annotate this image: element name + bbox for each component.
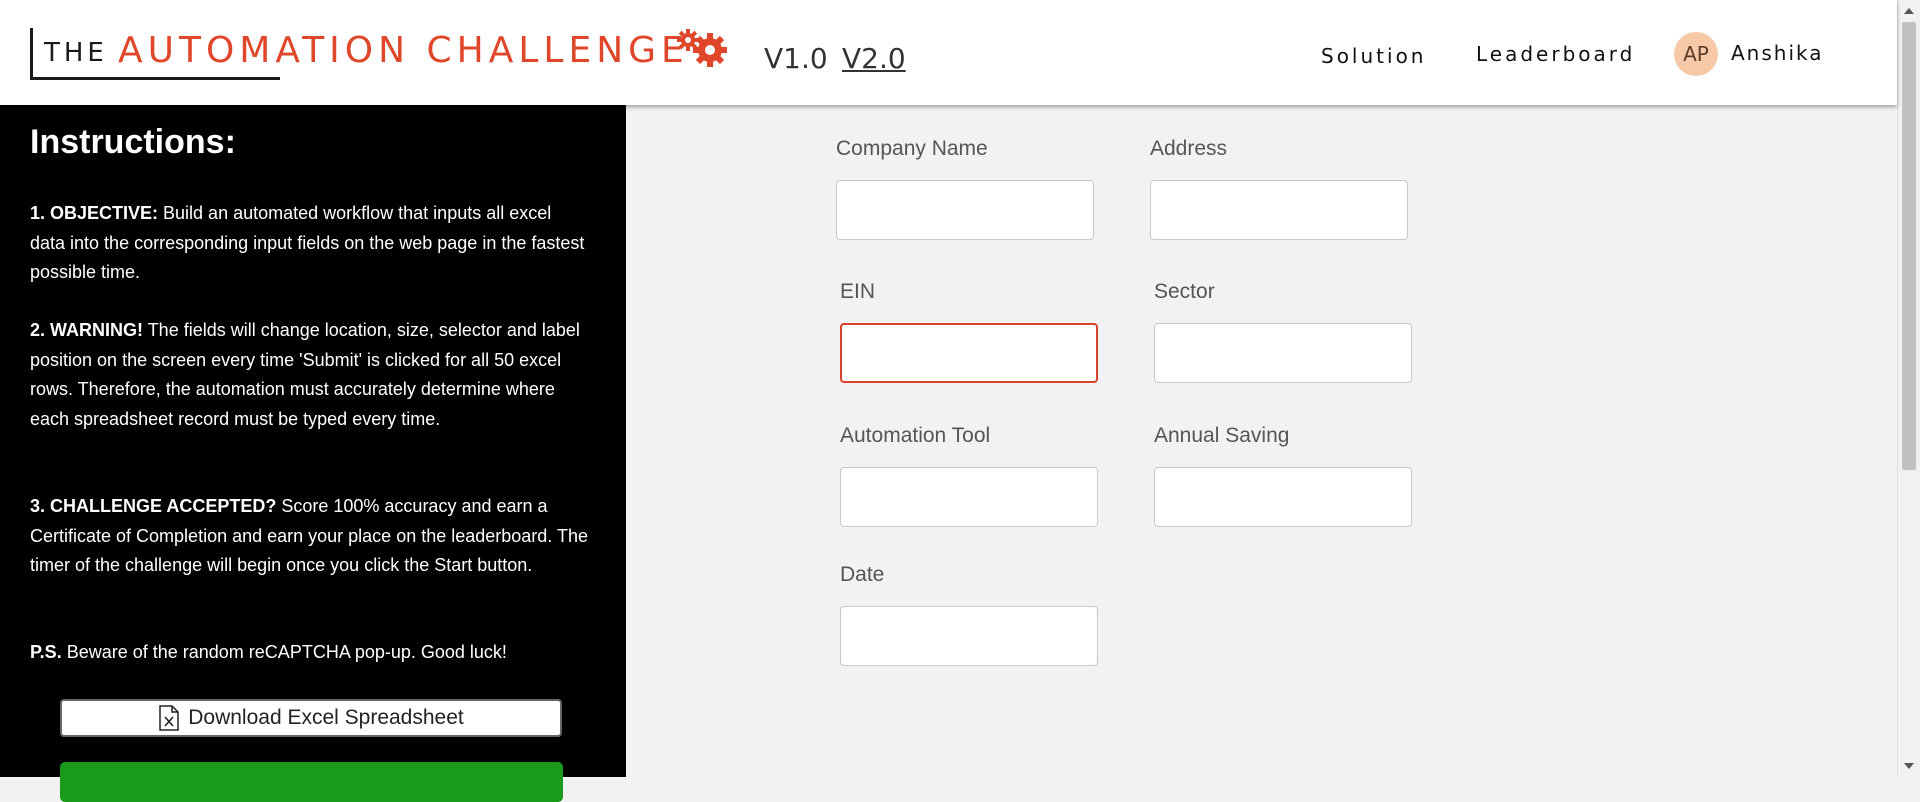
download-excel-button[interactable]: Download Excel Spreadsheet <box>60 699 562 737</box>
instruction-warning-heading: 2. WARNING! <box>30 320 144 340</box>
automation-tool-label: Automation Tool <box>840 424 991 447</box>
company-name-label: Company Name <box>836 137 988 160</box>
instruction-ps-heading: P.S. <box>30 642 62 662</box>
start-button[interactable] <box>60 762 563 802</box>
instructions-sidebar: Instructions: 1. OBJECTIVE: Build an aut… <box>0 105 626 802</box>
page-scrollbar[interactable] <box>1897 0 1920 777</box>
instruction-warning: 2. WARNING! The fields will change locat… <box>30 316 590 434</box>
instruction-challenge-heading: 3. CHALLENGE ACCEPTED? <box>30 496 277 516</box>
scroll-up-arrow-icon[interactable] <box>1904 8 1914 14</box>
date-label: Date <box>840 563 885 586</box>
user-avatar[interactable]: AP <box>1674 32 1718 76</box>
nav-solution-link[interactable]: Solution <box>1321 44 1426 68</box>
version-2-link[interactable]: V2.0 <box>842 42 906 75</box>
top-header: THE AUTOMATION CHALLENGE V1.0 V2.0 Solut… <box>0 0 1897 105</box>
scroll-down-arrow-icon[interactable] <box>1904 763 1914 769</box>
automation-tool-input[interactable] <box>840 467 1098 527</box>
scrollbar-thumb[interactable] <box>1902 22 1916 470</box>
download-excel-label: Download Excel Spreadsheet <box>188 706 464 729</box>
date-input[interactable] <box>840 606 1098 666</box>
logo-underline <box>30 77 280 80</box>
instruction-objective-heading: 1. OBJECTIVE: <box>30 203 159 223</box>
logo-the-text: THE <box>44 38 108 68</box>
instruction-ps-text: Beware of the random reCAPTCHA pop-up. G… <box>61 642 507 662</box>
nav-leaderboard-link[interactable]: Leaderboard <box>1476 42 1635 66</box>
ein-label: EIN <box>840 280 876 303</box>
gears-icon <box>677 29 727 67</box>
instruction-challenge: 3. CHALLENGE ACCEPTED? Score 100% accura… <box>30 492 590 581</box>
company-name-input[interactable] <box>836 180 1094 240</box>
ein-input[interactable] <box>840 323 1098 383</box>
sector-label: Sector <box>1154 280 1215 303</box>
annual-saving-label: Annual Saving <box>1154 424 1290 447</box>
address-label: Address <box>1150 137 1228 160</box>
instruction-objective: 1. OBJECTIVE: Build an automated workflo… <box>30 199 590 288</box>
instruction-ps: P.S. Beware of the random reCAPTCHA pop-… <box>30 638 590 668</box>
sector-input[interactable] <box>1154 323 1412 383</box>
annual-saving-input[interactable] <box>1154 467 1412 527</box>
logo-title: AUTOMATION CHALLENGE <box>118 30 689 71</box>
instructions-title: Instructions: <box>30 123 236 161</box>
user-name[interactable]: Anshika <box>1731 41 1824 65</box>
address-input[interactable] <box>1150 180 1408 240</box>
excel-file-icon <box>159 705 179 731</box>
version-1-link[interactable]: V1.0 <box>764 42 828 75</box>
